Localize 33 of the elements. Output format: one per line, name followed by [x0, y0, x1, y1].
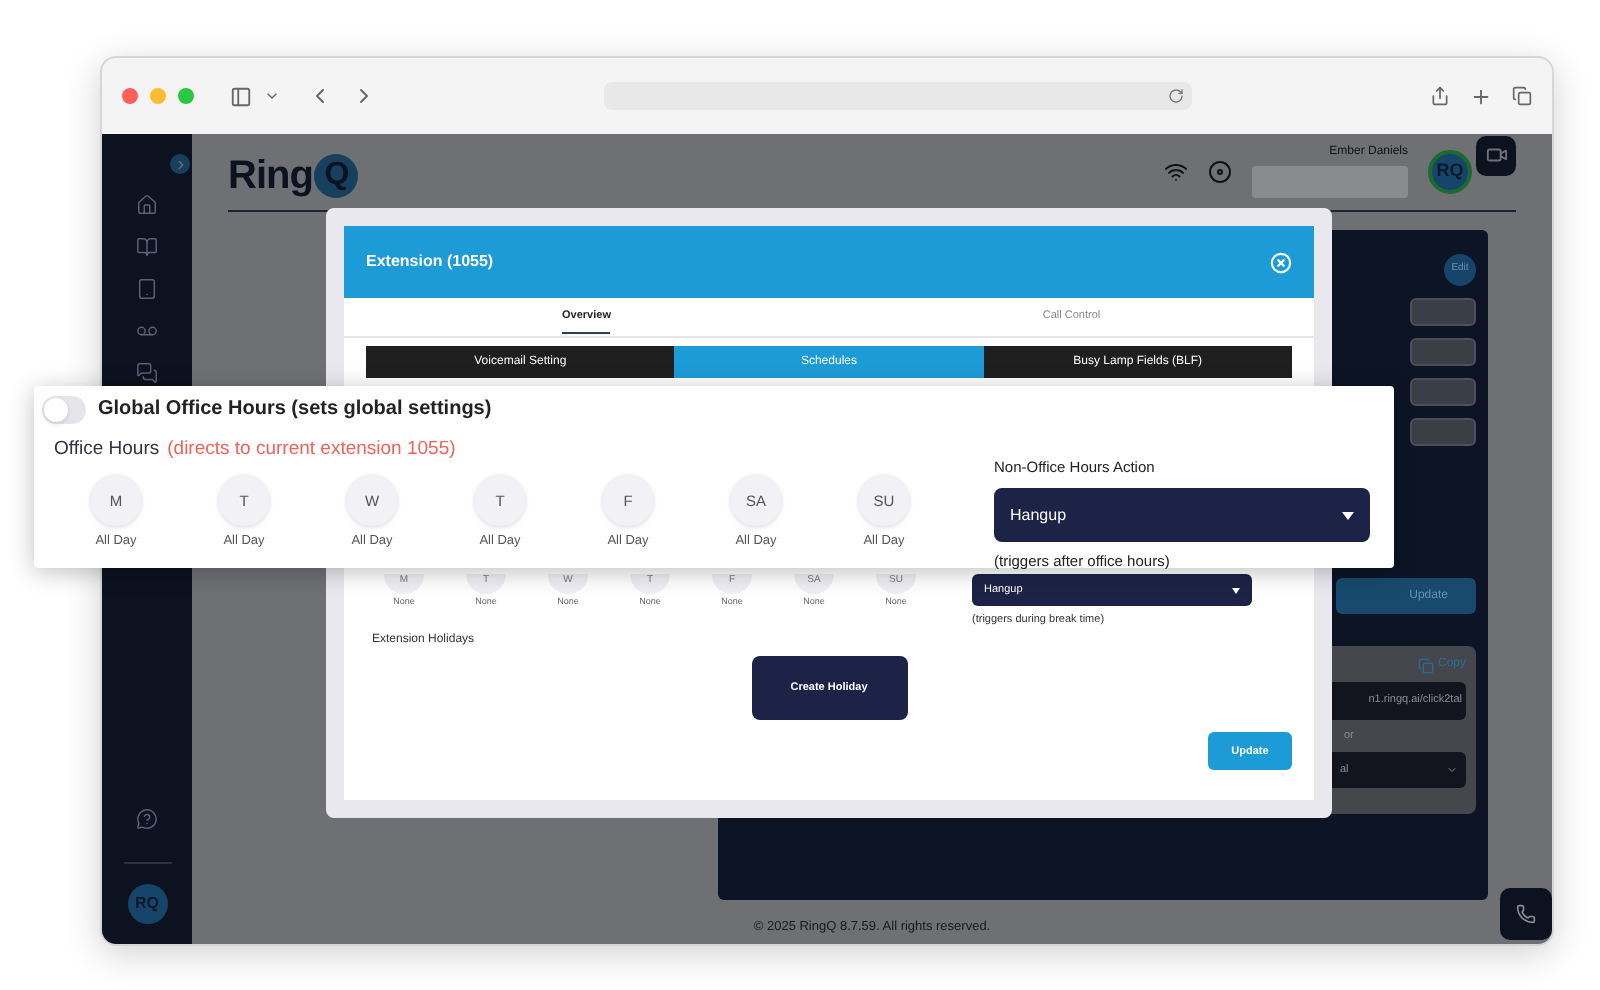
close-icon[interactable]	[1270, 251, 1292, 273]
book-icon[interactable]	[136, 236, 158, 258]
phone-button[interactable]	[1500, 888, 1552, 940]
caret-icon	[1232, 587, 1240, 593]
action-select[interactable]: Hangup	[994, 488, 1370, 543]
text-field[interactable]	[1410, 378, 1476, 406]
video-button[interactable]	[1476, 135, 1516, 175]
home-icon[interactable]	[136, 194, 158, 216]
modal-title: Extension (1055)	[366, 250, 494, 274]
reload-icon[interactable]	[1168, 88, 1184, 104]
share-icon[interactable]	[1430, 86, 1450, 106]
toggle-switch[interactable]	[42, 395, 86, 423]
new-tab-icon[interactable]	[1470, 85, 1492, 107]
phone-icon	[1516, 904, 1536, 924]
text-field[interactable]	[1410, 418, 1476, 446]
copy-icon	[1417, 657, 1434, 673]
help-chat-icon[interactable]	[136, 808, 158, 830]
status-icon[interactable]	[1208, 159, 1232, 183]
logo: Ring Q	[228, 146, 359, 206]
wifi-icon[interactable]	[1164, 159, 1188, 183]
text-field[interactable]	[1410, 338, 1476, 366]
tabs-overview-icon[interactable]	[1512, 86, 1532, 106]
chat-icon[interactable]	[136, 362, 158, 384]
section-label: Office Hours	[54, 436, 160, 464]
tablet-icon[interactable]	[136, 278, 158, 300]
section-note: (directs to current extension 1055)	[167, 436, 456, 464]
chevron-down-icon	[1446, 764, 1458, 777]
caret-icon	[1342, 511, 1354, 520]
chevron-down-icon[interactable]	[264, 88, 280, 104]
sidebar-toggle-icon[interactable]	[230, 85, 252, 107]
text-field[interactable]	[1410, 298, 1476, 326]
toggle-label: Global Office Hours (sets global settings)	[98, 396, 492, 424]
video-icon	[1485, 144, 1507, 166]
